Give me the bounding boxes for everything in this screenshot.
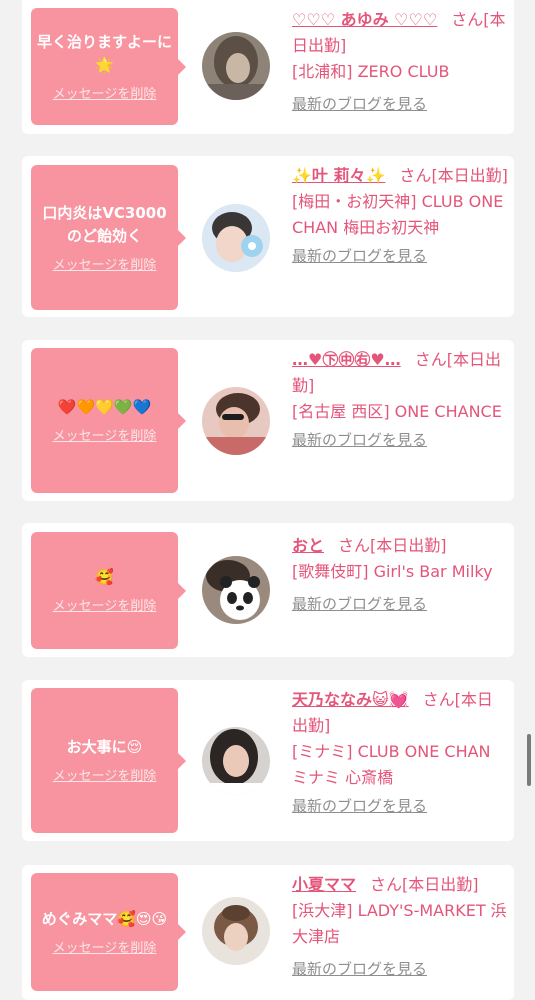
cast-name-link[interactable]: ✨叶 莉々✨ xyxy=(292,166,385,185)
latest-blog-link[interactable]: 最新のブログを見る xyxy=(292,94,508,114)
avatar[interactable] xyxy=(202,556,270,624)
cast-info: 小夏ママ さん[本日出勤] [浜大津] LADY'S-MARKET 浜大津店 最新… xyxy=(292,872,508,979)
shop-name: [歌舞伎町] Girl's Bar Milky xyxy=(292,562,493,581)
latest-blog-link[interactable]: 最新のブログを見る xyxy=(292,246,508,266)
latest-blog-link[interactable]: 最新のブログを見る xyxy=(292,594,508,614)
delete-message-link[interactable]: メッセージを削除 xyxy=(53,769,157,785)
avatar[interactable] xyxy=(202,204,270,272)
cast-name-link[interactable]: 小夏ママ xyxy=(292,875,356,894)
message-card: 🥰 メッセージを削除 おと さん[本日出勤] [歌舞伎町] Girl's Bar … xyxy=(22,523,514,657)
message-card: お大事に😌 メッセージを削除 天乃ななみ😺💓 さん[本日出勤] [ミナミ] CLU… xyxy=(22,680,514,841)
shop-name: [浜大津] LADY'S-MARKET 浜大津店 xyxy=(292,901,507,946)
message-card: 早く治りますよーに🌟 メッセージを削除 ♡♡♡ あゆみ ♡♡♡ さん[本日出勤] … xyxy=(22,0,514,134)
message-text: 早く治りますよーに🌟 xyxy=(37,32,173,74)
avatar[interactable] xyxy=(202,897,270,965)
san-label: さん xyxy=(338,536,371,555)
cast-info: 天乃ななみ😺💓 さん[本日出勤] [ミナミ] CLUB ONE CHAN ミナミ … xyxy=(292,687,508,816)
message-card: めぐみママ🥰😍😘 メッセージを削除 小夏ママ さん[本日出勤] [浜大津] LAD… xyxy=(22,865,514,1000)
delete-message-link[interactable]: メッセージを削除 xyxy=(53,87,157,103)
work-status: [本日出勤] xyxy=(402,875,479,894)
message-bubble: お大事に😌 メッセージを削除 xyxy=(31,688,186,833)
delete-message-link[interactable]: メッセージを削除 xyxy=(53,941,157,957)
message-bubble: 口内炎はVC3000のど飴効く メッセージを削除 xyxy=(31,165,186,310)
avatar[interactable] xyxy=(202,387,270,455)
delete-message-link[interactable]: メッセージを削除 xyxy=(53,258,157,274)
san-label: さん xyxy=(399,166,432,185)
avatar[interactable] xyxy=(202,32,270,100)
delete-message-link[interactable]: メッセージを削除 xyxy=(53,599,157,615)
scrollbar[interactable] xyxy=(527,734,531,786)
message-text: ❤️🧡💛💚💙 xyxy=(57,398,152,416)
shop-name: [北浦和] ZERO CLUB xyxy=(292,62,450,81)
message-card: ❤️🧡💛💚💙 メッセージを削除 …♥㊦㊥㊨♥… さん[本日出勤] [名古屋 西区]… xyxy=(22,340,514,501)
message-text: お大事に😌 xyxy=(66,738,143,756)
message-text: 口内炎はVC3000のど飴効く xyxy=(42,203,167,245)
cast-name-link[interactable]: ♡♡♡ あゆみ ♡♡♡ xyxy=(292,10,437,29)
avatar[interactable] xyxy=(202,727,270,795)
shop-name: [ミナミ] CLUB ONE CHAN ミナミ 心斎橋 xyxy=(292,742,491,787)
cast-info: おと さん[本日出勤] [歌舞伎町] Girl's Bar Milky 最新のブロ… xyxy=(292,533,508,614)
latest-blog-link[interactable]: 最新のブログを見る xyxy=(292,796,508,816)
san-label: さん xyxy=(370,875,403,894)
cast-name-link[interactable]: おと xyxy=(292,536,324,555)
message-text: めぐみママ🥰😍😘 xyxy=(41,909,168,928)
message-bubble: ❤️🧡💛💚💙 メッセージを削除 xyxy=(31,348,186,493)
san-label: さん xyxy=(422,690,455,709)
san-label: さん xyxy=(451,10,484,29)
work-status: [本日出勤] xyxy=(431,166,508,185)
san-label: さん xyxy=(414,350,447,369)
cast-info: ♡♡♡ あゆみ ♡♡♡ さん[本日出勤] [北浦和] ZERO CLUB 最新のブ… xyxy=(292,7,508,114)
delete-message-link[interactable]: メッセージを削除 xyxy=(53,429,157,445)
message-text: 🥰 xyxy=(95,568,114,586)
shop-name: [名古屋 西区] ONE CHANCE xyxy=(292,402,502,421)
latest-blog-link[interactable]: 最新のブログを見る xyxy=(292,959,508,979)
cast-info: …♥㊦㊥㊨♥… さん[本日出勤] [名古屋 西区] ONE CHANCE 最新のブ… xyxy=(292,347,508,450)
cast-info: ✨叶 莉々✨ さん[本日出勤] [梅田・お初天神] CLUB ONE CHAN 梅… xyxy=(292,163,508,266)
shop-name: [梅田・お初天神] CLUB ONE CHAN 梅田お初天神 xyxy=(292,192,504,237)
cast-name-link[interactable]: …♥㊦㊥㊨♥… xyxy=(292,350,401,369)
message-card: 口内炎はVC3000のど飴効く メッセージを削除 ✨叶 莉々✨ さん[本日出勤] … xyxy=(22,156,514,317)
latest-blog-link[interactable]: 最新のブログを見る xyxy=(292,430,508,450)
cast-name-link[interactable]: 天乃ななみ😺💓 xyxy=(292,690,409,709)
message-bubble: 🥰 メッセージを削除 xyxy=(31,532,186,649)
message-bubble: めぐみママ🥰😍😘 メッセージを削除 xyxy=(31,873,186,991)
work-status: [本日出勤] xyxy=(370,536,447,555)
message-bubble: 早く治りますよーに🌟 メッセージを削除 xyxy=(31,8,186,125)
